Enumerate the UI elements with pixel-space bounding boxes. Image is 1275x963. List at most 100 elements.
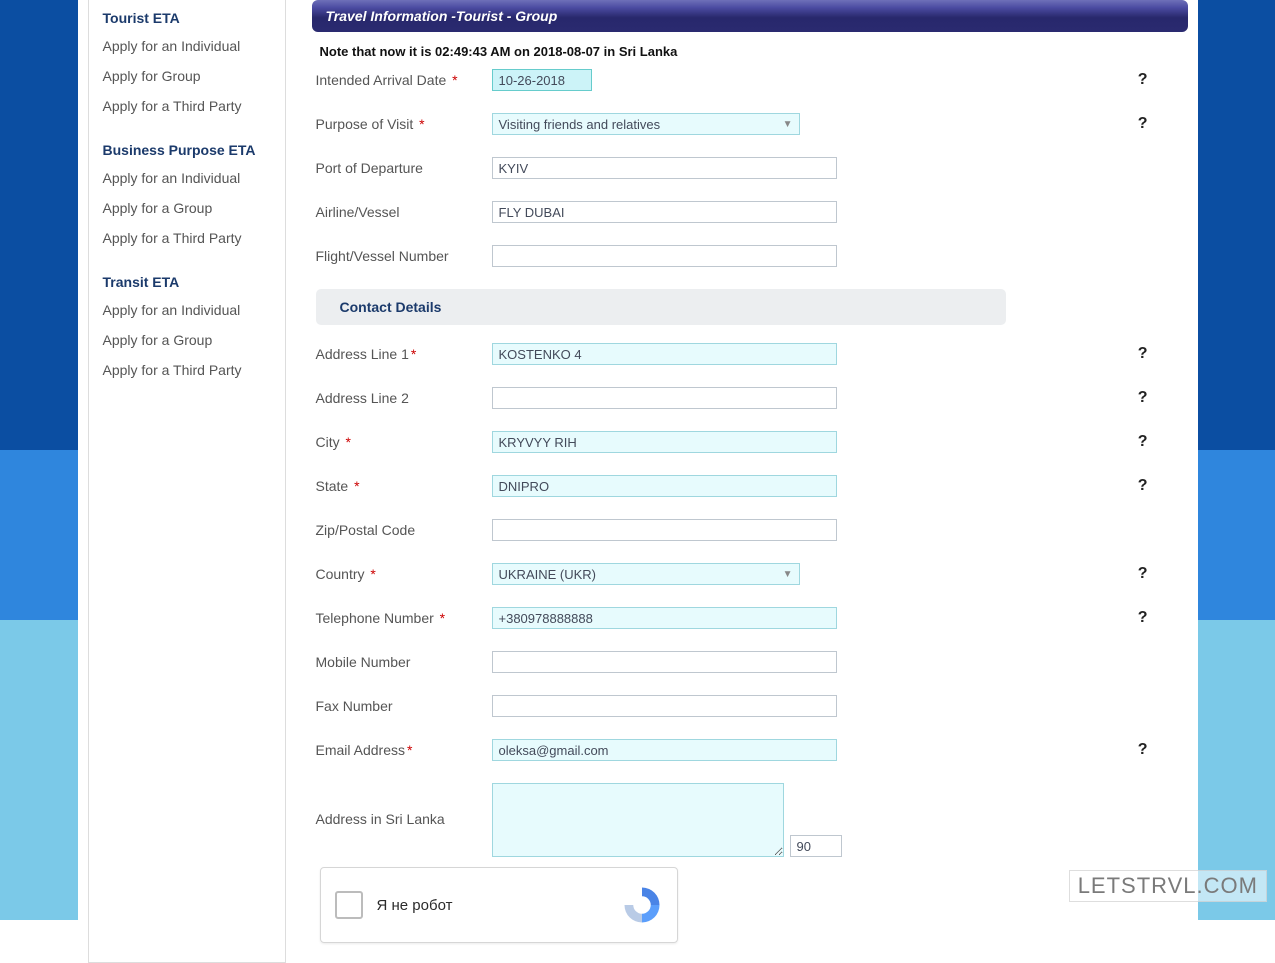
row-address-srilanka: Address in Sri Lanka <box>316 783 1188 857</box>
label-addr2: Address Line 2 <box>316 390 492 406</box>
row-addr1: Address Line 1* ? <box>316 343 1188 365</box>
select-purpose-value: Visiting friends and relatives <box>499 117 661 132</box>
label-state: State * <box>316 478 492 494</box>
label-arrival-date: Intended Arrival Date * <box>316 72 492 88</box>
input-addr2[interactable] <box>492 387 837 409</box>
label-email: Email Address* <box>316 742 492 758</box>
row-arrival-date: Intended Arrival Date * ? <box>316 69 1188 91</box>
travel-info-form: Intended Arrival Date * ? Purpose of Vis… <box>312 69 1188 943</box>
section-contact-details: Contact Details <box>316 289 1006 325</box>
chevron-down-icon: ▼ <box>783 119 793 130</box>
row-country: Country * UKRAINE (UKR) ▼ ? <box>316 563 1188 585</box>
label-telephone: Telephone Number * <box>316 610 492 626</box>
help-icon[interactable]: ? <box>1138 389 1148 406</box>
main-panel: Travel Information -Tourist - Group Note… <box>286 0 1198 963</box>
label-airline: Airline/Vessel <box>316 204 492 220</box>
panel-title: Travel Information -Tourist - Group <box>312 0 1188 32</box>
sidebar-section-tourist: Tourist ETA Apply for an Individual Appl… <box>103 10 271 114</box>
row-addr2: Address Line 2 ? <box>316 387 1188 409</box>
sidebar-link-business-individual[interactable]: Apply for an Individual <box>103 170 271 186</box>
row-flight: Flight/Vessel Number <box>316 245 1188 267</box>
sidebar-section-business: Business Purpose ETA Apply for an Indivi… <box>103 142 271 246</box>
input-flight[interactable] <box>492 245 837 267</box>
label-addr1-text: Address Line 1 <box>316 346 409 362</box>
sidebar-link-transit-group[interactable]: Apply for a Group <box>103 332 271 348</box>
input-fax[interactable] <box>492 695 837 717</box>
row-state: State * ? <box>316 475 1188 497</box>
help-icon[interactable]: ? <box>1138 609 1148 626</box>
sidebar-link-tourist-group[interactable]: Apply for Group <box>103 68 271 84</box>
required-mark: * <box>367 566 376 582</box>
help-icon[interactable]: ? <box>1138 71 1148 88</box>
required-mark: * <box>415 116 424 132</box>
sidebar-heading-transit: Transit ETA <box>103 274 271 290</box>
recaptcha-checkbox[interactable] <box>335 891 363 919</box>
select-country-value: UKRAINE (UKR) <box>499 567 597 582</box>
label-city-text: City <box>316 434 340 450</box>
label-telephone-text: Telephone Number <box>316 610 434 626</box>
required-mark: * <box>436 610 445 626</box>
input-char-counter[interactable] <box>790 835 842 857</box>
sidebar: Tourist ETA Apply for an Individual Appl… <box>88 0 286 963</box>
textarea-address-srilanka[interactable] <box>492 783 784 857</box>
sidebar-link-transit-thirdparty[interactable]: Apply for a Third Party <box>103 362 271 378</box>
sidebar-link-transit-individual[interactable]: Apply for an Individual <box>103 302 271 318</box>
label-state-text: State <box>316 478 349 494</box>
row-zip: Zip/Postal Code <box>316 519 1188 541</box>
sidebar-heading-business: Business Purpose ETA <box>103 142 271 158</box>
required-mark: * <box>407 742 412 758</box>
recaptcha-label: Я не робот <box>377 897 621 914</box>
sidebar-link-business-thirdparty[interactable]: Apply for a Third Party <box>103 230 271 246</box>
input-port[interactable] <box>492 157 837 179</box>
sidebar-link-business-group[interactable]: Apply for a Group <box>103 200 271 216</box>
label-fax: Fax Number <box>316 698 492 714</box>
label-address-srilanka: Address in Sri Lanka <box>316 783 492 827</box>
label-flight: Flight/Vessel Number <box>316 248 492 264</box>
chevron-down-icon: ▼ <box>783 569 793 580</box>
row-telephone: Telephone Number * ? <box>316 607 1188 629</box>
watermark: LETSTRVL.COM <box>1069 870 1267 902</box>
help-icon[interactable]: ? <box>1138 433 1148 450</box>
help-icon[interactable]: ? <box>1138 477 1148 494</box>
input-telephone[interactable] <box>492 607 837 629</box>
help-icon[interactable]: ? <box>1138 565 1148 582</box>
label-port: Port of Departure <box>316 160 492 176</box>
sidebar-section-transit: Transit ETA Apply for an Individual Appl… <box>103 274 271 378</box>
row-fax: Fax Number <box>316 695 1188 717</box>
required-mark: * <box>350 478 359 494</box>
label-email-text: Email Address <box>316 742 405 758</box>
page-container: Tourist ETA Apply for an Individual Appl… <box>78 0 1198 963</box>
label-addr1: Address Line 1* <box>316 346 492 362</box>
input-state[interactable] <box>492 475 837 497</box>
label-arrival-date-text: Intended Arrival Date <box>316 72 447 88</box>
sidebar-link-tourist-thirdparty[interactable]: Apply for a Third Party <box>103 98 271 114</box>
row-port: Port of Departure <box>316 157 1188 179</box>
input-arrival-date[interactable] <box>492 69 592 91</box>
row-mobile: Mobile Number <box>316 651 1188 673</box>
label-country: Country * <box>316 566 492 582</box>
help-icon[interactable]: ? <box>1138 741 1148 758</box>
input-addr1[interactable] <box>492 343 837 365</box>
row-email: Email Address* ? <box>316 739 1188 761</box>
label-country-text: Country <box>316 566 365 582</box>
label-city: City * <box>316 434 492 450</box>
input-zip[interactable] <box>492 519 837 541</box>
input-mobile[interactable] <box>492 651 837 673</box>
label-purpose-text: Purpose of Visit <box>316 116 414 132</box>
required-mark: * <box>342 434 351 450</box>
server-time-note: Note that now it is 02:49:43 AM on 2018-… <box>312 38 1188 69</box>
help-icon[interactable]: ? <box>1138 115 1148 132</box>
sidebar-link-tourist-individual[interactable]: Apply for an Individual <box>103 38 271 54</box>
recaptcha-widget: Я не робот <box>320 867 678 943</box>
input-email[interactable] <box>492 739 837 761</box>
required-mark: * <box>411 346 416 362</box>
row-purpose: Purpose of Visit * Visiting friends and … <box>316 113 1188 135</box>
label-mobile: Mobile Number <box>316 654 492 670</box>
input-city[interactable] <box>492 431 837 453</box>
input-airline[interactable] <box>492 201 837 223</box>
recaptcha-logo-icon <box>621 884 663 926</box>
required-mark: * <box>448 72 457 88</box>
select-country[interactable]: UKRAINE (UKR) ▼ <box>492 563 800 585</box>
select-purpose[interactable]: Visiting friends and relatives ▼ <box>492 113 800 135</box>
help-icon[interactable]: ? <box>1138 345 1148 362</box>
